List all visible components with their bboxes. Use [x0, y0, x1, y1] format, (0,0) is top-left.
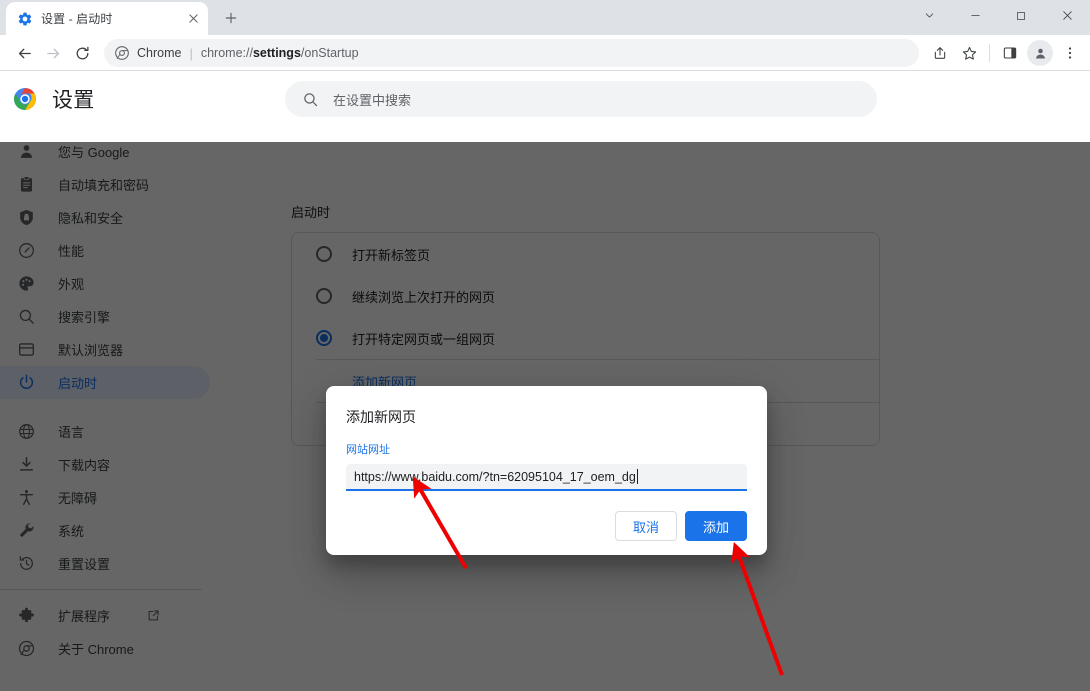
minimize-button[interactable]: [952, 0, 998, 31]
reload-icon[interactable]: [68, 39, 96, 67]
maximize-button[interactable]: [998, 0, 1044, 31]
close-window-button[interactable]: [1044, 0, 1090, 31]
toolbar-divider: [989, 44, 990, 62]
browser-tab-settings[interactable]: 设置 - 启动时: [6, 2, 208, 35]
window-controls: [906, 0, 1090, 35]
browser-toolbar: Chrome | chrome://settings/onStartup: [0, 35, 1090, 71]
share-icon[interactable]: [926, 39, 954, 67]
url-bold-segment: settings: [252, 46, 301, 60]
address-bar[interactable]: Chrome | chrome://settings/onStartup: [104, 39, 919, 67]
arrow-forward-icon[interactable]: [39, 39, 67, 67]
search-icon: [302, 91, 319, 108]
settings-page: 设置 在设置中搜索: [0, 71, 1090, 691]
text-caret: [636, 469, 638, 484]
page-title: 设置: [52, 89, 95, 112]
arrow-back-icon[interactable]: [10, 39, 38, 67]
settings-brand: 设置: [0, 84, 215, 114]
chrome-logo-icon: [13, 87, 37, 111]
dialog-actions: 取消 添加: [346, 511, 747, 555]
browser-window: 设置 - 启动时 Chrome | chrome://settings/onSt…: [0, 0, 1090, 691]
url-prefix: chrome://: [200, 46, 253, 60]
tab-title: 设置 - 启动时: [41, 12, 113, 26]
tab-search-button[interactable]: [906, 0, 952, 31]
url-input[interactable]: https://www.baidu.com/?tn=62095104_17_oe…: [346, 464, 747, 491]
tab-strip: 设置 - 启动时: [0, 0, 1090, 35]
close-icon[interactable]: [184, 10, 202, 28]
omnibox-url: chrome://settings/onStartup: [201, 46, 359, 60]
new-tab-button[interactable]: [217, 4, 245, 32]
more-menu-icon[interactable]: [1056, 39, 1084, 67]
url-field-label: 网站网址: [346, 444, 390, 456]
omnibox-separator: |: [189, 45, 193, 61]
chrome-icon: [114, 45, 130, 61]
dialog-title: 添加新网页: [346, 409, 416, 425]
search-input[interactable]: 在设置中搜索: [285, 81, 877, 117]
profile-avatar[interactable]: [1027, 40, 1053, 66]
url-suffix: /onStartup: [300, 46, 359, 60]
search-placeholder: 在设置中搜索: [333, 92, 412, 108]
side-panel-icon[interactable]: [996, 39, 1024, 67]
settings-header: 设置 在设置中搜索: [0, 71, 1090, 127]
url-input-value: https://www.baidu.com/?tn=62095104_17_oe…: [354, 469, 636, 484]
add-button[interactable]: 添加: [685, 511, 747, 541]
cancel-button[interactable]: 取消: [615, 511, 677, 541]
settings-gear-icon: [17, 11, 33, 27]
bookmark-star-icon[interactable]: [955, 39, 983, 67]
add-page-dialog: 添加新网页 网站网址 https://www.baidu.com/?tn=620…: [326, 386, 767, 555]
omnibox-chip-label: Chrome: [137, 46, 182, 60]
